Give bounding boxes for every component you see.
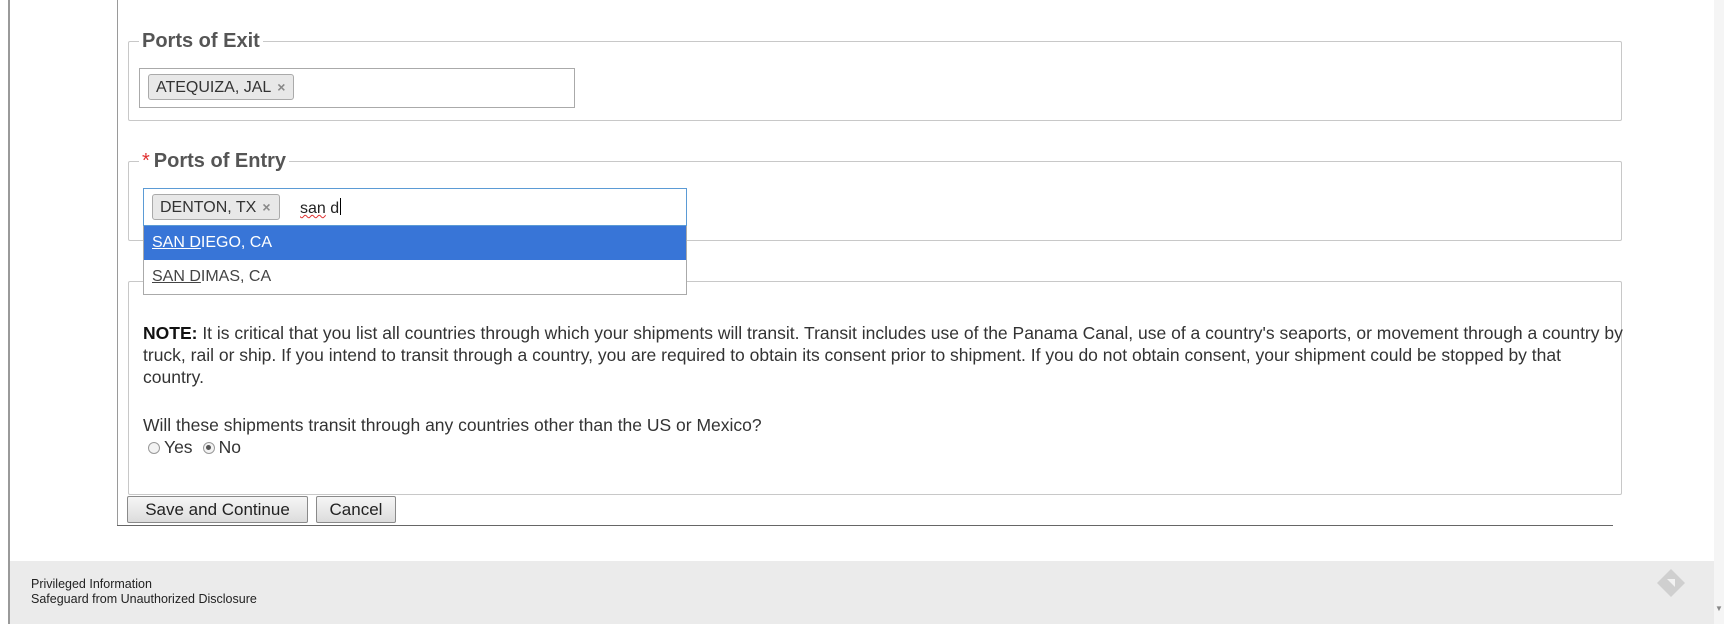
required-marker: * [142, 150, 150, 172]
page-left-rule [8, 0, 10, 624]
radio-no-label[interactable]: No [219, 437, 241, 458]
port-tag-label: ATEQUIZA, JAL [156, 79, 272, 96]
port-tag-label: DENTON, TX [160, 199, 257, 216]
suggestion-rest: IMAS, CA [200, 268, 272, 285]
note-label: NOTE: [143, 323, 198, 343]
typed-word: san [300, 200, 326, 217]
transit-fieldset [128, 281, 1622, 495]
footer-notice: Privileged Information Safeguard from Un… [31, 577, 257, 607]
ports-of-exit-fieldset: Ports of Exit ATEQUIZA, JAL × [128, 29, 1622, 121]
ports-of-exit-label: Ports of Exit [142, 30, 260, 52]
suggestion-item[interactable]: SAN DIEGO, CA [144, 226, 686, 260]
note-text: It is critical that you list all countri… [143, 323, 1623, 387]
ports-of-entry-suggestions: SAN DIEGO, CA SAN DIMAS, CA [143, 226, 687, 295]
remove-tag-icon[interactable]: × [277, 79, 285, 95]
suggestion-item[interactable]: SAN DIMAS, CA [144, 260, 686, 294]
suggestion-rest: IEGO, CA [200, 234, 273, 251]
transit-radio-group: Yes No [148, 437, 251, 458]
ports-of-entry-input[interactable]: DENTON, TX × san d [143, 188, 687, 226]
suggestion-match: SAN D [152, 268, 201, 285]
text-caret [340, 198, 342, 215]
footer-line-1: Privileged Information [31, 577, 152, 591]
content-bottom-rule [117, 525, 1613, 526]
transit-note: NOTE: It is critical that you list all c… [143, 322, 1623, 388]
transit-question: Will these shipments transit through any… [143, 415, 762, 435]
typed-rest: d [325, 200, 340, 217]
radio-yes[interactable] [148, 441, 160, 454]
ports-of-exit-legend: Ports of Exit [139, 29, 263, 53]
cancel-button[interactable]: Cancel [316, 496, 396, 523]
ports-of-entry-legend: * Ports of Entry [139, 149, 290, 173]
port-tag: DENTON, TX × [152, 194, 280, 220]
radio-no[interactable] [202, 441, 215, 454]
save-and-continue-button[interactable]: Save and Continue [127, 496, 308, 523]
port-tag: ATEQUIZA, JAL × [148, 74, 295, 100]
remove-tag-icon[interactable]: × [262, 199, 270, 215]
typed-search-text[interactable]: san d [300, 198, 342, 219]
content-left-rule [117, 0, 118, 526]
diamond-logo-icon [1657, 569, 1685, 597]
ports-of-entry-label: Ports of Entry [153, 150, 287, 172]
scroll-down-arrow-icon[interactable]: ▼ [1714, 604, 1724, 618]
radio-yes-label[interactable]: Yes [164, 437, 193, 458]
vertical-scrollbar[interactable] [1714, 0, 1724, 624]
footer-line-2: Safeguard from Unauthorized Disclosure [31, 592, 257, 606]
ports-of-exit-input[interactable]: ATEQUIZA, JAL × [139, 68, 575, 108]
footer: Privileged Information Safeguard from Un… [10, 561, 1714, 624]
suggestion-match: SAN D [152, 234, 201, 251]
